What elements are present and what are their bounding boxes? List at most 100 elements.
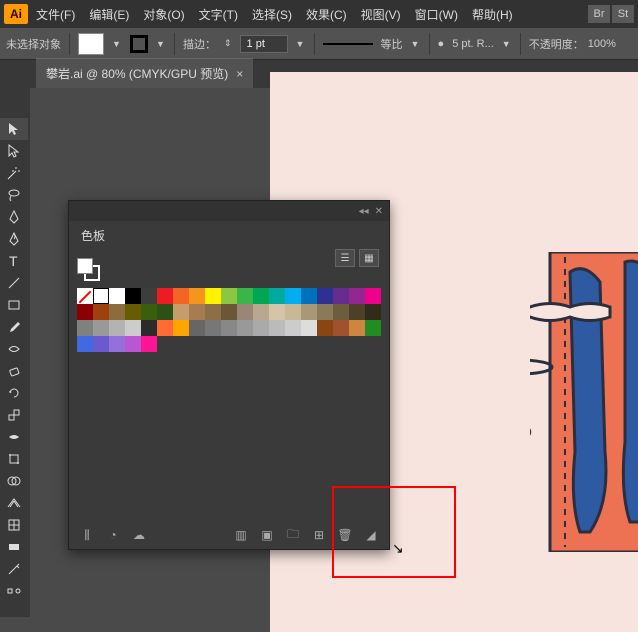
swatch[interactable] <box>173 320 189 336</box>
swatch[interactable] <box>317 288 333 304</box>
menu-view[interactable]: 视图(V) <box>355 2 407 27</box>
perspective-grid-tool[interactable] <box>0 492 28 514</box>
scale-tool[interactable] <box>0 404 28 426</box>
swatch[interactable] <box>317 304 333 320</box>
swatch[interactable] <box>189 288 205 304</box>
swatch[interactable] <box>221 320 237 336</box>
swatch[interactable] <box>365 288 381 304</box>
menu-file[interactable]: 文件(F) <box>30 2 81 27</box>
swatch[interactable] <box>125 320 141 336</box>
panel-header[interactable]: ◂◂ ✕ <box>69 201 389 221</box>
swatch[interactable] <box>301 288 317 304</box>
menu-edit[interactable]: 编辑(E) <box>83 2 135 27</box>
gradient-tool[interactable] <box>0 536 28 558</box>
swatch[interactable] <box>237 288 253 304</box>
new-color-group-icon[interactable]: ▣ <box>257 527 277 543</box>
swatch-options-icon[interactable]: ▥ <box>231 527 251 543</box>
swatch[interactable] <box>173 304 189 320</box>
stroke-swatch[interactable] <box>130 35 148 53</box>
folder-icon[interactable]: 🗀 <box>283 527 303 543</box>
swatch[interactable] <box>141 320 157 336</box>
swatch[interactable] <box>349 288 365 304</box>
swatch[interactable] <box>125 304 141 320</box>
swatch[interactable] <box>285 288 301 304</box>
blend-tool[interactable] <box>0 580 28 602</box>
swatch[interactable] <box>221 288 237 304</box>
delete-swatch-icon[interactable]: 🗑 <box>335 527 355 543</box>
show-swatch-kinds-icon[interactable]: ◔ <box>103 527 123 543</box>
line-tool[interactable] <box>0 272 28 294</box>
close-tab-icon[interactable]: × <box>236 67 243 81</box>
paintbrush-tool[interactable] <box>0 316 28 338</box>
swatch[interactable] <box>285 304 301 320</box>
swatches-tab[interactable]: 色板 <box>69 221 117 250</box>
menu-help[interactable]: 帮助(H) <box>466 2 519 27</box>
swatch[interactable] <box>141 336 157 352</box>
swatch[interactable] <box>205 320 221 336</box>
brush-dropdown-icon[interactable]: ▼ <box>502 39 512 49</box>
menu-effect[interactable]: 效果(C) <box>300 2 353 27</box>
menu-object[interactable]: 对象(O) <box>137 2 190 27</box>
swatch[interactable] <box>109 288 125 304</box>
rotate-tool[interactable] <box>0 382 28 404</box>
swatch[interactable] <box>77 304 93 320</box>
swatch[interactable] <box>253 320 269 336</box>
swatch[interactable] <box>157 320 173 336</box>
free-transform-tool[interactable] <box>0 448 28 470</box>
swatch[interactable] <box>221 304 237 320</box>
swatch[interactable] <box>173 288 189 304</box>
swatch[interactable] <box>317 320 333 336</box>
profile-dropdown-icon[interactable]: ▼ <box>411 39 421 49</box>
swatch[interactable] <box>205 304 221 320</box>
swatch[interactable] <box>365 320 381 336</box>
swatch[interactable] <box>237 320 253 336</box>
swatch[interactable] <box>77 320 93 336</box>
menu-select[interactable]: 选择(S) <box>246 2 298 27</box>
stroke-weight-dropdown-icon[interactable]: ▼ <box>296 39 306 49</box>
bridge-badge[interactable]: Br <box>588 5 610 23</box>
rectangle-tool[interactable] <box>0 294 28 316</box>
grid-view-button[interactable]: ▦ <box>359 249 379 267</box>
cloud-icon[interactable]: ☁ <box>129 527 149 543</box>
swatch[interactable] <box>333 288 349 304</box>
swatch[interactable] <box>253 304 269 320</box>
curvature-tool[interactable] <box>0 228 28 250</box>
swatch[interactable] <box>349 320 365 336</box>
swatch[interactable] <box>269 320 285 336</box>
type-tool[interactable]: T <box>0 250 28 272</box>
swatch[interactable] <box>189 304 205 320</box>
swatch[interactable] <box>269 304 285 320</box>
swatch[interactable] <box>349 304 365 320</box>
menu-type[interactable]: 文字(T) <box>193 2 244 27</box>
stroke-dropdown-icon[interactable]: ▼ <box>156 39 166 49</box>
swatch[interactable] <box>93 336 109 352</box>
lasso-tool[interactable] <box>0 184 28 206</box>
menu-window[interactable]: 窗口(W) <box>409 2 464 27</box>
swatch[interactable] <box>365 304 381 320</box>
swatch[interactable] <box>109 320 125 336</box>
swatch[interactable] <box>93 304 109 320</box>
swatch[interactable] <box>109 304 125 320</box>
shape-builder-tool[interactable] <box>0 470 28 492</box>
fill-stroke-indicator[interactable] <box>77 258 101 282</box>
fill-dropdown-icon[interactable]: ▼ <box>112 39 122 49</box>
stroke-weight-field[interactable]: 1 pt <box>240 35 288 53</box>
swatch[interactable] <box>125 336 141 352</box>
swatch[interactable] <box>157 304 173 320</box>
swatch[interactable] <box>125 288 141 304</box>
selection-tool[interactable] <box>0 118 28 140</box>
swatch[interactable] <box>301 304 317 320</box>
swatch[interactable] <box>77 336 93 352</box>
swatch[interactable] <box>157 288 173 304</box>
magic-wand-tool[interactable] <box>0 162 28 184</box>
fill-color-indicator[interactable] <box>77 258 93 274</box>
swatch[interactable] <box>141 288 157 304</box>
swatch[interactable] <box>237 304 253 320</box>
swatch[interactable] <box>301 320 317 336</box>
swatch[interactable] <box>93 288 109 304</box>
opacity-value[interactable]: 100% <box>588 38 616 50</box>
panel-resize-icon[interactable]: ◢ <box>361 527 381 543</box>
document-tab[interactable]: 攀岩.ai @ 80% (CMYK/GPU 预览) × <box>36 58 253 88</box>
direct-selection-tool[interactable] <box>0 140 28 162</box>
swatch[interactable] <box>253 288 269 304</box>
